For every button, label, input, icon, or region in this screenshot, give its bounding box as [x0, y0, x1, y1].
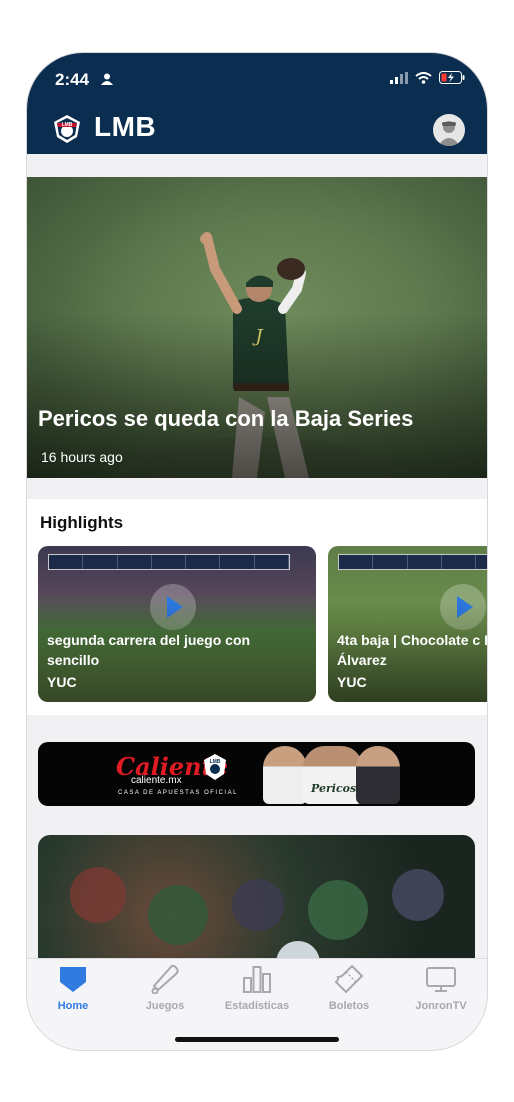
hero-timestamp: 16 hours ago	[41, 449, 123, 465]
ad-logo-text: LMB	[210, 759, 221, 765]
logo-text: LMB	[62, 122, 73, 128]
hero-title: Pericos se queda con la Baja Series	[38, 406, 414, 431]
tab-bar: Home Juegos Estadísticas Boletos JonronT…	[27, 958, 487, 1050]
hero-story[interactable]: J Pericos se queda con la Baja Series 16…	[27, 177, 487, 478]
home-indicator	[175, 1037, 339, 1042]
sponsor-domain: caliente.mx	[131, 775, 182, 786]
phone-frame: 2:44 LMB LMB Pericos se queda con la Baj…	[27, 53, 487, 1050]
tab-label: Estadísticas	[224, 1000, 290, 1012]
tab-label: Boletos	[328, 1000, 370, 1012]
tv-icon	[426, 967, 456, 992]
signal-icon	[390, 71, 408, 84]
player-image	[263, 746, 307, 804]
highlight-card[interactable]: 4ta baja | Chocolate c Henderson Álvarez…	[328, 546, 487, 702]
crowd-image	[70, 867, 444, 970]
highlight-team: YUC	[337, 674, 367, 690]
tab-label: Home	[57, 1000, 89, 1012]
person-status-icon	[101, 73, 113, 85]
sponsor-tagline: CASA DE APUESTAS OFICIAL	[118, 790, 238, 796]
wifi-icon	[415, 71, 432, 84]
highlights-section: Highlights segunda carrera del juego con…	[27, 499, 487, 715]
card-gradient	[38, 546, 316, 702]
highlight-team: YUC	[47, 674, 77, 690]
app-title: LMB	[94, 111, 157, 142]
profile-avatar[interactable]	[433, 114, 465, 146]
app-header: 2:44 LMB LMB	[27, 53, 487, 154]
lmb-logo-icon: LMB	[54, 115, 80, 143]
battery-icon	[439, 71, 465, 84]
jersey-text: Pericos	[311, 782, 357, 795]
highlight-title: 4ta baja | Chocolate c Henderson Álvarez	[337, 632, 487, 668]
news-card[interactable]	[38, 835, 475, 970]
tab-label: Juegos	[145, 1000, 185, 1012]
sponsor-banner[interactable]: Caliente caliente.mx CASA DE APUESTAS OF…	[38, 742, 475, 806]
bar-chart-icon	[243, 966, 271, 993]
home-plate-icon	[60, 967, 86, 992]
highlight-card[interactable]: segunda carrera del juego con sencillo Y…	[38, 546, 316, 702]
bat-icon	[151, 964, 179, 994]
player-image	[356, 746, 400, 804]
user-avatar-icon	[438, 121, 460, 146]
status-indicators	[390, 71, 465, 84]
player-image: Pericos	[303, 746, 363, 804]
ticket-icon	[334, 964, 364, 994]
highlight-title: segunda carrera del juego con sencillo	[47, 632, 251, 668]
status-time: 2:44	[55, 70, 90, 89]
tab-label: JonronTV	[415, 1000, 467, 1012]
hero-gradient	[27, 177, 487, 478]
highlights-title: Highlights	[40, 513, 124, 532]
lmb-logo-icon: LMB	[204, 754, 226, 780]
